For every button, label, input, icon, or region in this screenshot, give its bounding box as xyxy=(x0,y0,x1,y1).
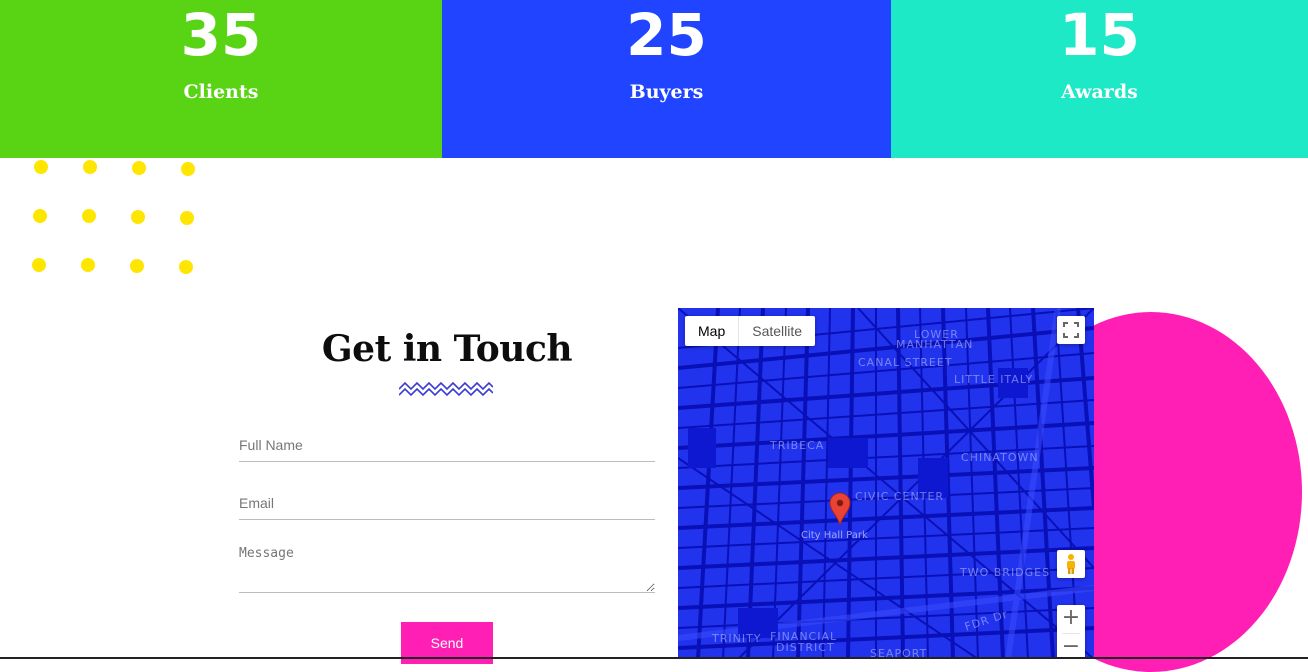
stat-label: Buyers xyxy=(629,81,704,103)
stat-number: 15 xyxy=(1059,1,1140,69)
map-type-map-button[interactable]: Map xyxy=(685,316,740,346)
decor-dot xyxy=(34,160,48,174)
map-label: LITTLE ITALY xyxy=(954,373,1034,386)
map-type-satellite-button[interactable]: Satellite xyxy=(739,316,815,346)
stats-band: 35 Clients 25 Buyers 15 Awards xyxy=(0,0,1308,158)
stat-number: 35 xyxy=(180,1,262,69)
decor-dot xyxy=(131,210,145,224)
map-label: CHINATOWN xyxy=(961,451,1039,464)
map-embed[interactable]: LOWER MANHATTAN CANAL STREET LITTLE ITAL… xyxy=(678,308,1094,659)
fullscreen-button[interactable] xyxy=(1057,316,1085,344)
map-label: TWO BRIDGES xyxy=(960,566,1051,579)
pegman-icon xyxy=(1067,554,1075,574)
stat-buyers: 25 Buyers xyxy=(442,0,891,158)
decorative-dot-grid xyxy=(28,156,208,280)
full-name-field[interactable] xyxy=(239,428,655,462)
zoom-control: + − xyxy=(1057,605,1085,659)
decor-dot xyxy=(130,259,144,273)
fullscreen-icon xyxy=(1063,322,1079,338)
map-pin-icon[interactable] xyxy=(829,492,851,526)
map-label: MANHATTAN xyxy=(896,338,974,351)
map-label-park: City Hall Park xyxy=(801,530,868,541)
map-type-control: Map Satellite xyxy=(685,316,816,346)
map-label: TRINITY xyxy=(712,632,762,645)
zoom-out-button[interactable]: − xyxy=(1057,634,1085,659)
stat-label: Awards xyxy=(1061,81,1138,103)
zigzag-divider-icon xyxy=(399,381,493,397)
message-field[interactable] xyxy=(239,546,655,593)
decor-dot xyxy=(132,161,146,175)
street-view-button[interactable] xyxy=(1057,550,1085,578)
map-label: CIVIC CENTER xyxy=(855,490,945,503)
stat-clients: 35 Clients xyxy=(0,0,442,158)
decor-dot xyxy=(179,260,193,274)
zoom-in-button[interactable]: + xyxy=(1057,605,1085,633)
decor-dot xyxy=(32,258,46,272)
decor-dot xyxy=(81,258,95,272)
decor-dot xyxy=(33,209,47,223)
stat-awards: 15 Awards xyxy=(891,0,1308,158)
stat-label: Clients xyxy=(183,81,259,103)
decor-dot xyxy=(181,162,195,176)
decor-dot xyxy=(83,160,97,174)
map-label: TRIBECA xyxy=(770,439,825,452)
stat-number: 25 xyxy=(626,1,707,69)
email-field[interactable] xyxy=(239,486,655,520)
map-label: DISTRICT xyxy=(776,641,835,654)
decor-dot xyxy=(180,211,194,225)
decor-dot xyxy=(82,209,96,223)
contact-heading: Get in Touch xyxy=(321,328,573,370)
map-label: CANAL STREET xyxy=(858,356,953,369)
